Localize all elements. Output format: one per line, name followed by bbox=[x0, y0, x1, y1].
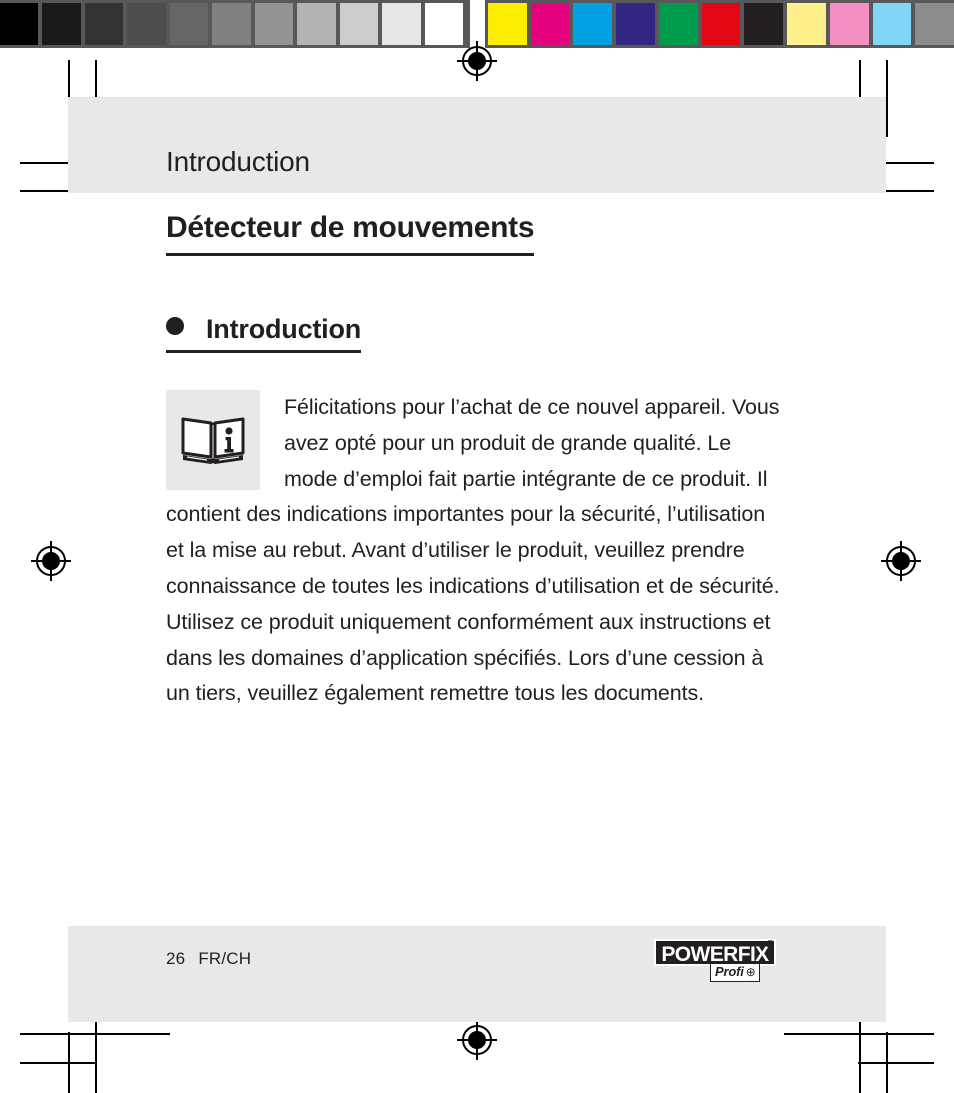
filled-circle-bullet-icon bbox=[166, 317, 184, 335]
color-patch bbox=[616, 3, 655, 45]
footer-folio: 26 FR/CH bbox=[166, 949, 251, 969]
open-book-info-icon bbox=[166, 390, 260, 490]
profi-label: Profi bbox=[715, 964, 744, 979]
profi-sub-logo: Profi ⊕ bbox=[710, 963, 761, 982]
color-patch bbox=[701, 3, 741, 45]
grayscale-calibration-bar bbox=[0, 0, 470, 48]
registration-mark-left bbox=[29, 539, 73, 583]
color-patch bbox=[658, 3, 698, 45]
locale-code: FR/CH bbox=[198, 949, 252, 968]
crop-mark bbox=[68, 1032, 70, 1093]
crop-mark bbox=[858, 1062, 934, 1064]
scanned-page: Introduction Détecteur de mouvements Int… bbox=[0, 0, 954, 1093]
gray-patch bbox=[169, 3, 209, 45]
color-patch bbox=[573, 3, 613, 45]
gray-patch bbox=[42, 3, 81, 45]
registered-trademark-icon: ® bbox=[766, 939, 775, 951]
section-heading-label: Introduction bbox=[206, 314, 362, 344]
gray-patch bbox=[339, 3, 379, 45]
registration-mark-bottom bbox=[455, 1018, 499, 1062]
registration-mark-top bbox=[455, 39, 499, 83]
page-number: 26 bbox=[166, 949, 186, 968]
color-patch bbox=[915, 3, 954, 45]
gray-patch bbox=[0, 3, 39, 45]
introduction-body-block: Félicitations pour l’achat de ce nouvel … bbox=[166, 390, 788, 712]
color-patch bbox=[744, 3, 784, 45]
header-band bbox=[68, 97, 886, 193]
section-heading: Introduction bbox=[166, 314, 361, 353]
registration-mark-right bbox=[879, 539, 923, 583]
crossed-circle-icon: ⊕ bbox=[745, 965, 756, 979]
color-calibration-bar bbox=[485, 0, 954, 48]
gray-patch bbox=[254, 3, 294, 45]
powerfix-wordmark: POWERFIX bbox=[654, 939, 776, 966]
page-title: Détecteur de mouvements bbox=[166, 209, 535, 256]
crop-mark bbox=[20, 1062, 96, 1064]
gray-patch bbox=[84, 3, 124, 45]
gray-patch bbox=[297, 3, 336, 45]
color-patch bbox=[530, 3, 570, 45]
crop-mark bbox=[886, 60, 888, 137]
color-patch bbox=[872, 3, 912, 45]
color-patch bbox=[787, 3, 826, 45]
gray-patch bbox=[382, 3, 421, 45]
crop-mark bbox=[886, 1032, 888, 1093]
gray-patch bbox=[127, 3, 166, 45]
powerfix-logo: POWERFIX ® Profi ⊕ bbox=[654, 939, 784, 983]
running-head: Introduction bbox=[166, 146, 310, 177]
gray-patch bbox=[212, 3, 251, 45]
color-patch bbox=[829, 3, 869, 45]
